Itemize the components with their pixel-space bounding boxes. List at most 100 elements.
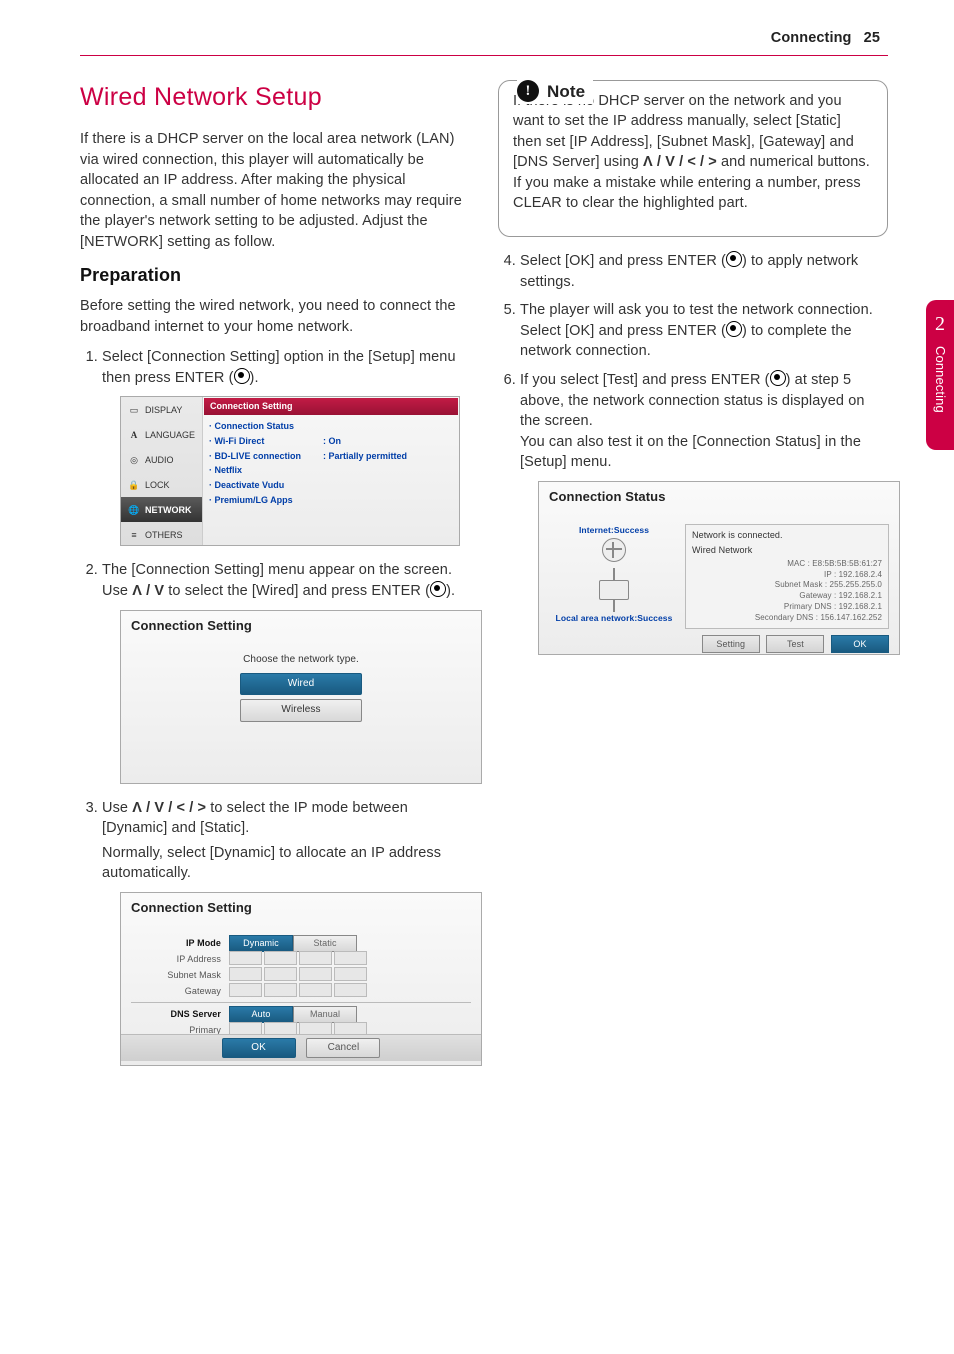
- wired-button[interactable]: Wired: [240, 673, 362, 695]
- option-value: : Partially permitted: [323, 451, 407, 461]
- setting-button[interactable]: Setting: [702, 635, 760, 654]
- header-rule: [80, 55, 888, 56]
- option-label: Connection Status: [209, 420, 323, 433]
- value-gateway: Gateway : 192.168.2.1: [692, 591, 882, 602]
- sidebar-item-language[interactable]: A LANGUAGE: [121, 422, 202, 447]
- step-3: Use Λ / V / < / > to select the IP mode …: [102, 798, 470, 1066]
- separator: [131, 1002, 471, 1003]
- link-line-icon: [613, 600, 615, 612]
- network-type: Wired Network: [692, 544, 882, 557]
- ip-mode-label: IP Mode: [131, 935, 221, 951]
- dns-manual-tab[interactable]: Manual: [293, 1006, 357, 1023]
- dialog-title: Connection Setting: [131, 617, 471, 635]
- gateway-label: Gateway: [131, 983, 221, 999]
- sidebar-item-label: NETWORK: [145, 504, 192, 517]
- value-ip: IP : 192.168.2.4: [692, 570, 882, 581]
- option-label: Netflix: [209, 464, 323, 477]
- ip-address-label: IP Address: [131, 951, 221, 967]
- step-2-text-b: to select the [Wired] and press ENTER (: [164, 583, 430, 599]
- others-icon: ≡: [127, 529, 141, 542]
- value-subnet: Subnet Mask : 255.255.255.0: [692, 580, 882, 591]
- step-6-text-c: You can also test it on the [Connection …: [520, 434, 861, 471]
- sidebar-item-label: DISPLAY: [145, 404, 182, 417]
- enter-icon: [770, 370, 786, 386]
- step-3-text-a: Use: [102, 800, 132, 816]
- ip-address-field[interactable]: [229, 951, 369, 967]
- value-primary-dns: Primary DNS : 192.168.2.1: [692, 602, 882, 613]
- gateway-field[interactable]: [229, 983, 369, 999]
- preparation-heading: Preparation: [80, 263, 470, 289]
- option-value: : On: [323, 436, 341, 446]
- option-label: BD-LIVE connection: [209, 450, 323, 463]
- enter-icon: [726, 251, 742, 267]
- sidebar-item-network[interactable]: 🌐 NETWORK: [121, 497, 202, 522]
- ip-mode-static-tab[interactable]: Static: [293, 935, 357, 952]
- option-deactivate-vudu[interactable]: Deactivate Vudu: [209, 478, 453, 493]
- preparation-body: Before setting the wired network, you ne…: [80, 296, 470, 337]
- dialog-hint: Choose the network type.: [131, 653, 471, 667]
- option-netflix[interactable]: Netflix: [209, 463, 453, 478]
- step-1: Select [Connection Setting] option in th…: [102, 347, 470, 546]
- test-button[interactable]: Test: [766, 635, 824, 654]
- sidebar-item-audio[interactable]: ◎ AUDIO: [121, 447, 202, 472]
- step-4-text-a: Select [OK] and press ENTER (: [520, 253, 726, 269]
- note-badge-icon: !: [517, 80, 539, 102]
- option-connection-setting[interactable]: Connection Setting: [204, 398, 458, 415]
- step-1-text-a: Select [Connection Setting] option in th…: [102, 349, 456, 386]
- side-tab: 2 Connecting: [926, 300, 954, 450]
- sidebar-item-label: AUDIO: [145, 454, 174, 467]
- setup-menu-screenshot: ▭DISPLAY A LANGUAGE ◎ AUDIO 🔒LOCK 🌐 NETWORK…: [120, 396, 460, 546]
- ip-mode-dynamic-tab[interactable]: Dynamic: [229, 935, 293, 952]
- running-head: Connecting 25: [80, 28, 888, 49]
- subnet-mask-label: Subnet Mask: [131, 967, 221, 983]
- option-bdlive[interactable]: BD-LIVE connection: Partially permitted: [209, 449, 453, 464]
- pc-icon: [599, 580, 629, 600]
- language-icon: A: [127, 429, 141, 442]
- step-3-note: Normally, select [Dynamic] to allocate a…: [102, 843, 470, 884]
- dialog-title: Connection Status: [549, 488, 889, 506]
- ok-button[interactable]: OK: [222, 1038, 296, 1058]
- sidebar-item-display[interactable]: ▭DISPLAY: [121, 397, 202, 422]
- subnet-mask-field[interactable]: [229, 967, 369, 983]
- connection-status-screenshot: Connection Status Internet:Success Local…: [538, 481, 900, 655]
- setup-options: Connection Setting Connection Status Wi-…: [203, 397, 459, 545]
- step-6-text-a: If you select [Test] and press ENTER (: [520, 372, 770, 388]
- option-connection-status[interactable]: Connection Status: [209, 419, 453, 434]
- direction-keys: Λ / V / < / >: [132, 800, 206, 816]
- side-tab-label: Connecting: [931, 346, 949, 413]
- connection-setting-ip-screenshot: Connection Setting IP Mode IP Address Su…: [120, 892, 482, 1066]
- globe-icon: [602, 538, 626, 562]
- wireless-button[interactable]: Wireless: [240, 699, 362, 721]
- option-label: Deactivate Vudu: [209, 479, 323, 492]
- step-1-text-b: ).: [250, 370, 259, 386]
- connection-setting-type-screenshot: Connection Setting Choose the network ty…: [120, 610, 482, 784]
- note-box: ! Note If there is no DHCP server on the…: [498, 80, 888, 237]
- status-diagram: Internet:Success Local area network:Succ…: [549, 524, 679, 628]
- sidebar-item-lock[interactable]: 🔒LOCK: [121, 472, 202, 497]
- setup-sidebar: ▭DISPLAY A LANGUAGE ◎ AUDIO 🔒LOCK 🌐 NETWORK…: [121, 397, 203, 545]
- note-body: If there is no DHCP server on the networ…: [513, 91, 873, 214]
- option-label: Premium/LG Apps: [209, 494, 323, 507]
- audio-icon: ◎: [127, 454, 141, 467]
- side-tab-number: 2: [926, 300, 954, 338]
- cancel-button[interactable]: Cancel: [306, 1038, 380, 1058]
- option-premium-lg-apps[interactable]: Premium/LG Apps: [209, 493, 453, 508]
- page-number: 25: [864, 30, 880, 46]
- dns-server-label: DNS Server: [131, 1006, 221, 1022]
- ok-button[interactable]: OK: [831, 635, 889, 654]
- enter-icon: [234, 368, 250, 384]
- network-icon: 🌐: [127, 504, 141, 517]
- sidebar-item-label: LANGUAGE: [145, 429, 195, 442]
- value-mac: MAC : E8:5B:5B:5B:61:27: [692, 559, 882, 570]
- internet-status-label: Internet:Success: [549, 524, 679, 536]
- sidebar-item-label: OTHERS: [145, 529, 183, 542]
- lan-status-label: Local area network:Success: [549, 612, 679, 624]
- direction-keys: Λ / V: [132, 583, 164, 599]
- page-title: Wired Network Setup: [80, 80, 470, 116]
- direction-keys: Λ / V / < / >: [643, 154, 717, 170]
- sidebar-item-label: LOCK: [145, 479, 170, 492]
- option-wifi-direct[interactable]: Wi-Fi Direct: On: [209, 434, 453, 449]
- step-4: Select [OK] and press ENTER () to apply …: [520, 251, 888, 292]
- dns-auto-tab[interactable]: Auto: [229, 1006, 293, 1023]
- sidebar-item-others[interactable]: ≡ OTHERS: [121, 522, 202, 547]
